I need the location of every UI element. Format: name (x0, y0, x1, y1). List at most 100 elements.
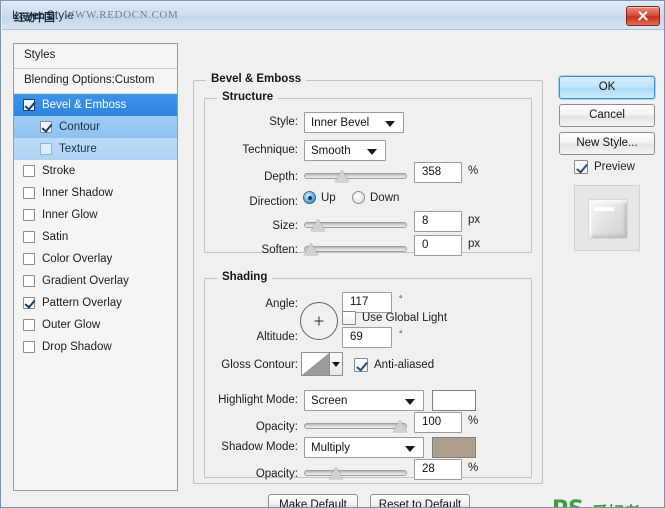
soften-slider-thumb[interactable] (304, 243, 318, 255)
title-bar: Layer Style 红动中国 WWW.REDOCN.COM (2, 2, 664, 30)
style-dropdown-value: Inner Bevel (311, 116, 370, 129)
highlight-color-swatch[interactable] (432, 390, 476, 411)
checkbox-inner-shadow[interactable] (23, 187, 35, 199)
shadow-opacity-label: Opacity: (255, 468, 298, 480)
direction-down-radio[interactable]: Down (352, 191, 399, 204)
size-slider[interactable] (304, 215, 407, 235)
soften-slider-track (304, 246, 407, 252)
checkbox-satin[interactable] (23, 231, 35, 243)
sidebar-item-label: Inner Shadow (42, 187, 113, 199)
technique-label: Technique: (242, 144, 298, 156)
preview-label: Preview (594, 161, 635, 173)
checkbox-outer-glow[interactable] (23, 319, 35, 331)
shadow-color-swatch[interactable] (432, 437, 476, 458)
checkbox-stroke[interactable] (23, 165, 35, 177)
gloss-contour-picker[interactable] (301, 352, 343, 376)
checkbox-inner-glow[interactable] (23, 209, 35, 221)
technique-dropdown[interactable]: Smooth (304, 140, 386, 161)
watermark-title-cn: 红动中国 (14, 12, 55, 24)
gloss-contour-label: Gloss Contour: (221, 359, 298, 371)
sidebar-item-contour[interactable]: Contour (14, 116, 177, 138)
bevel-emboss-group-title: Bevel & Emboss (206, 73, 307, 85)
depth-slider[interactable] (304, 166, 407, 186)
radio-down-icon (352, 191, 365, 204)
checkbox-use-global-light[interactable] (342, 311, 356, 325)
sidebar-item-inner-shadow[interactable]: Inner Shadow (14, 182, 177, 204)
direction-label: Direction: (249, 196, 298, 208)
checkbox-texture[interactable] (40, 143, 52, 155)
structure-group-title: Structure (217, 91, 279, 103)
shadow-opacity-track (304, 470, 407, 476)
preview-checkbox[interactable]: Preview (574, 160, 635, 174)
sidebar-item-color-overlay[interactable]: Color Overlay (14, 248, 177, 270)
sidebar-item-texture[interactable]: Texture (14, 138, 177, 160)
depth-slider-thumb[interactable] (335, 170, 350, 182)
sidebar-item-drop-shadow[interactable]: Drop Shadow (14, 336, 177, 358)
chevron-down-icon (405, 445, 415, 452)
altitude-input[interactable]: 69 (342, 327, 392, 348)
shadow-opacity-slider[interactable] (304, 463, 407, 483)
shading-group-title: Shading (217, 271, 273, 283)
soften-input[interactable]: 0 (414, 235, 462, 256)
watermark-bottom: 丝动中国 PS 爱好者 UiBQ.CoM WWW.Saita (442, 497, 664, 507)
sidebar-item-bevel-emboss[interactable]: Bevel & Emboss (14, 94, 177, 116)
sidebar-item-pattern-overlay[interactable]: Pattern Overlay (14, 292, 177, 314)
checkbox-color-overlay[interactable] (23, 253, 35, 265)
size-slider-thumb[interactable] (311, 219, 326, 231)
checkbox-anti-aliased[interactable] (354, 358, 368, 372)
blending-options-row[interactable]: Blending Options:Custom (14, 69, 177, 94)
depth-unit: % (468, 165, 479, 177)
new-style-button[interactable]: New Style... (559, 132, 655, 155)
sidebar-item-label: Outer Glow (42, 319, 101, 331)
soften-slider[interactable] (304, 239, 407, 259)
sidebar-item-stroke[interactable]: Stroke (14, 160, 177, 182)
shadow-opacity-thumb[interactable] (328, 467, 343, 479)
size-input[interactable]: 8 (414, 211, 462, 232)
checkbox-drop-shadow[interactable] (23, 341, 35, 353)
direction-up-label: Up (321, 191, 336, 204)
sidebar-item-outer-glow[interactable]: Outer Glow (14, 314, 177, 336)
contour-curve-icon (302, 353, 330, 375)
sidebar-item-inner-glow[interactable]: Inner Glow (14, 204, 177, 226)
dialog-body: Styles Blending Options:Custom Bevel & E… (2, 30, 664, 507)
shadow-mode-value: Multiply (311, 441, 350, 454)
depth-slider-track (304, 173, 407, 179)
highlight-opacity-slider[interactable] (304, 416, 407, 436)
size-label: Size: (272, 220, 298, 232)
sidebar-item-label: Texture (59, 143, 97, 155)
style-dropdown[interactable]: Inner Bevel (304, 112, 404, 133)
highlight-opacity-thumb[interactable] (393, 420, 407, 432)
sidebar-item-label: Pattern Overlay (42, 297, 122, 309)
depth-input[interactable]: 358 (414, 162, 462, 183)
altitude-unit: ° (399, 329, 403, 339)
sidebar-item-satin[interactable]: Satin (14, 226, 177, 248)
angle-dial[interactable] (300, 302, 338, 340)
reset-to-default-button[interactable]: Reset to Default (370, 494, 470, 507)
watermark-ps: PS (552, 497, 584, 507)
anti-aliased-checkbox[interactable]: Anti-aliased (354, 358, 434, 372)
angle-unit: ° (399, 294, 403, 304)
preview-thumbnail-shape (588, 199, 628, 239)
direction-up-radio[interactable]: Up (303, 191, 336, 204)
checkbox-contour[interactable] (40, 121, 52, 133)
sidebar-item-label: Inner Glow (42, 209, 98, 221)
chevron-down-icon[interactable] (330, 353, 342, 375)
soften-label: Soften: (261, 244, 298, 256)
highlight-opacity-input[interactable]: 100 (414, 412, 462, 433)
shadow-mode-dropdown[interactable]: Multiply (304, 437, 424, 458)
use-global-light-checkbox[interactable]: Use Global Light (342, 311, 447, 325)
styles-panel: Styles Blending Options:Custom Bevel & E… (13, 43, 178, 491)
close-icon[interactable] (626, 6, 660, 26)
checkbox-preview[interactable] (574, 160, 588, 174)
watermark-ps-cn: 爱好者 (592, 499, 640, 507)
shadow-opacity-input[interactable]: 28 (414, 459, 462, 480)
checkbox-bevel-emboss[interactable] (23, 99, 35, 111)
ok-button[interactable]: OK (559, 76, 655, 99)
make-default-button[interactable]: Make Default (268, 494, 358, 507)
highlight-mode-dropdown[interactable]: Screen (304, 390, 424, 411)
cancel-button[interactable]: Cancel (559, 104, 655, 127)
checkbox-pattern-overlay[interactable] (23, 297, 35, 309)
angle-input[interactable]: 117 (342, 292, 392, 313)
sidebar-item-gradient-overlay[interactable]: Gradient Overlay (14, 270, 177, 292)
checkbox-gradient-overlay[interactable] (23, 275, 35, 287)
